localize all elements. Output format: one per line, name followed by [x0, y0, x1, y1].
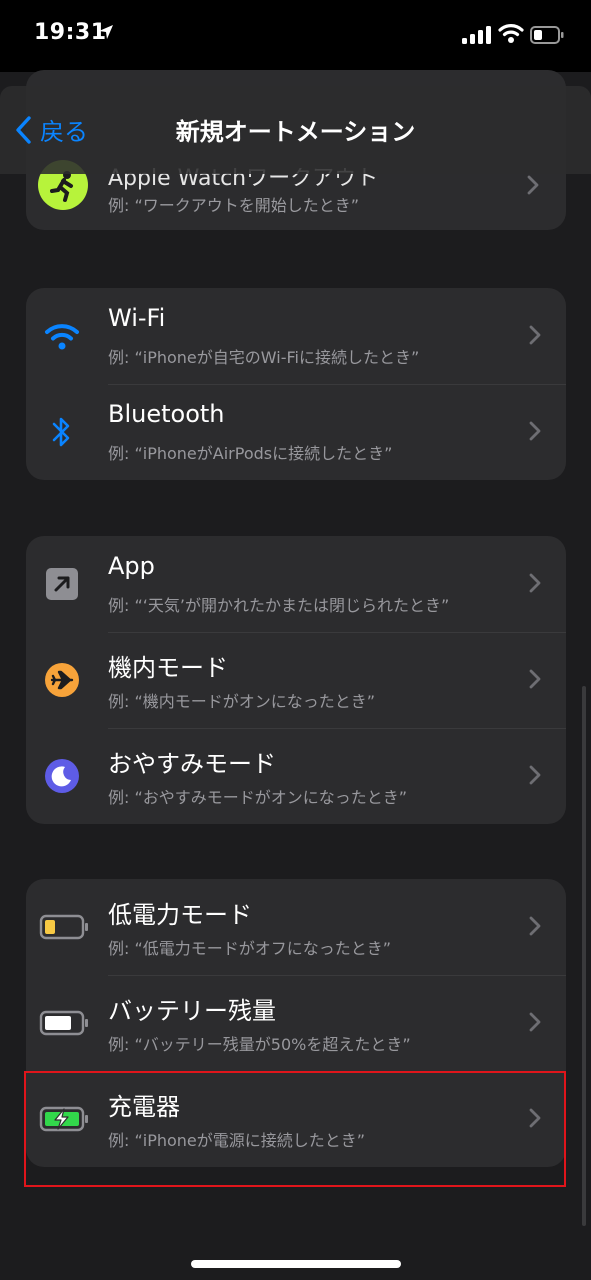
- cellular-signal-icon: [462, 24, 491, 44]
- list-item-do-not-disturb[interactable]: おやすみモード 例: “おやすみモードがオンになったとき”: [26, 728, 566, 824]
- wifi-subtitle: 例: “iPhoneが自宅のWi-Fiに接続したとき”: [108, 348, 420, 367]
- bluetooth-subtitle: 例: “iPhoneがAirPodsに接続したとき”: [108, 444, 393, 463]
- chevron-right-icon: [529, 669, 541, 689]
- battery-icon: [38, 1003, 90, 1043]
- battery-status-icon: [530, 26, 564, 44]
- airplane-title: 機内モード: [108, 654, 228, 682]
- bluetooth-icon: [42, 412, 82, 452]
- dnd-title: おやすみモード: [108, 750, 276, 778]
- list-item-battery-level[interactable]: バッテリー残量 例: “バッテリー残量が50%を超えたとき”: [26, 975, 566, 1071]
- scroll-indicator: [582, 686, 586, 1226]
- list-item-wifi[interactable]: Wi-Fi 例: “iPhoneが自宅のWi-Fiに接続したとき”: [26, 288, 566, 384]
- app-title: App: [108, 552, 155, 580]
- location-arrow-icon: [99, 25, 113, 39]
- dnd-subtitle: 例: “おやすみモードがオンになったとき”: [108, 788, 408, 807]
- status-bar: 19:31: [0, 0, 591, 72]
- wifi-icon: [42, 316, 82, 356]
- chevron-right-icon: [529, 325, 541, 345]
- connectivity-group: Wi-Fi 例: “iPhoneが自宅のWi-Fiに接続したとき” Blueto…: [26, 288, 566, 480]
- app-subtitle: 例: “‘天気’が開かれたかまたは閉じられたとき”: [108, 596, 450, 615]
- battery-level-subtitle: 例: “バッテリー残量が50%を超えたとき”: [108, 1035, 411, 1054]
- bluetooth-title: Bluetooth: [108, 400, 225, 428]
- airplane-subtitle: 例: “機内モードがオンになったとき”: [108, 692, 376, 711]
- wifi-title: Wi-Fi: [108, 304, 166, 332]
- app-arrow-icon: [42, 564, 82, 604]
- home-indicator: [191, 1260, 401, 1268]
- moon-icon: [42, 756, 82, 796]
- chevron-right-icon: [529, 573, 541, 593]
- chevron-right-icon: [529, 1012, 541, 1032]
- battery-level-title: バッテリー残量: [108, 997, 276, 1025]
- low-power-subtitle: 例: “低電力モードがオフになったとき”: [108, 939, 392, 958]
- wifi-status-icon: [498, 24, 524, 43]
- airplane-icon: [42, 660, 82, 700]
- highlight-box: [24, 1071, 566, 1187]
- chevron-right-icon: [529, 916, 541, 936]
- workout-row-subtitle: 例: “ワークアウトを開始したとき”: [108, 196, 360, 215]
- list-item-app[interactable]: App 例: “‘天気’が開かれたかまたは閉じられたとき”: [26, 536, 566, 632]
- chevron-right-icon: [527, 175, 539, 195]
- low-power-title: 低電力モード: [108, 901, 252, 929]
- chevron-right-icon: [529, 421, 541, 441]
- list-item-bluetooth[interactable]: Bluetooth 例: “iPhoneがAirPodsに接続したとき”: [26, 384, 566, 480]
- low-power-battery-icon: [38, 907, 90, 947]
- app-modes-group: App 例: “‘天気’が開かれたかまたは閉じられたとき” 機内モード 例: “…: [26, 536, 566, 824]
- status-time: 19:31: [34, 20, 107, 45]
- list-item-low-power-mode[interactable]: 低電力モード 例: “低電力モードがオフになったとき”: [26, 879, 566, 975]
- chevron-right-icon: [529, 765, 541, 785]
- list-item-airplane-mode[interactable]: 機内モード 例: “機内モードがオンになったとき”: [26, 632, 566, 728]
- page-title: 新規オートメーション: [175, 118, 416, 146]
